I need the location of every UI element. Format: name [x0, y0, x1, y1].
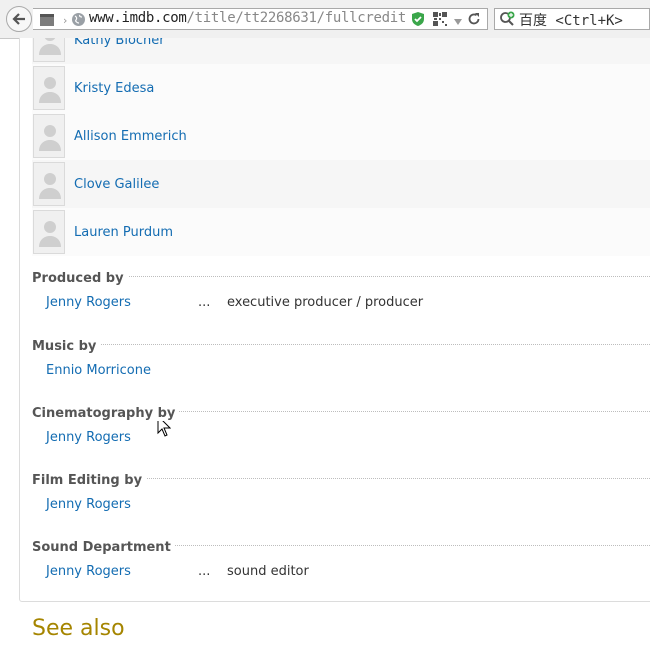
credit-row: Ennio Morricone [32, 361, 650, 381]
search-placeholder: 百度 <Ctrl+K> [519, 13, 623, 29]
dotted-divider [32, 344, 650, 345]
address-bar[interactable]: › www.imdb.com/title/tt2268631/fullcredi… [33, 8, 488, 30]
cast-row: Kathy Blocher [32, 38, 650, 64]
cast-name-link[interactable]: Clove Galilee [74, 177, 159, 192]
credit-name-link[interactable]: Jenny Rogers [46, 564, 131, 579]
globe-icon [71, 12, 86, 31]
search-box[interactable]: 百度 <Ctrl+K> [494, 8, 650, 30]
page-icon [39, 12, 55, 31]
cast-name-link[interactable]: Kristy Edesa [74, 81, 154, 96]
credit-row: Jenny Rogers [32, 428, 650, 448]
cast-row: Clove Galilee [32, 160, 650, 208]
separator-chevron-icon: › [63, 14, 68, 27]
avatar-placeholder-icon[interactable] [33, 114, 65, 158]
section-cinematography-by: Cinematography by Jenny Rogers [32, 402, 650, 448]
credit-ellipsis: ... [198, 564, 211, 579]
section-title: Cinematography by [32, 406, 180, 421]
avatar-placeholder-icon[interactable] [33, 210, 65, 254]
see-also-heading: See also [32, 616, 125, 641]
avatar-placeholder-icon[interactable] [33, 162, 65, 206]
section-header: Produced by [32, 267, 650, 286]
browser-toolbar: › www.imdb.com/title/tt2268631/fullcredi… [0, 0, 650, 39]
credit-row: Jenny Rogers ... executive producer / pr… [32, 293, 650, 313]
credit-name-link[interactable]: Ennio Morricone [46, 363, 151, 378]
search-engine-icon[interactable] [499, 11, 517, 31]
credit-ellipsis: ... [198, 295, 211, 310]
cast-list: Kathy Blocher Kristy Edesa Allison Emmer… [32, 38, 650, 256]
dropdown-icon[interactable] [453, 12, 463, 31]
back-arrow-icon [12, 13, 25, 25]
section-music-by: Music by Ennio Morricone [32, 335, 650, 381]
url-text: www.imdb.com/title/tt2268631/fullcredit [89, 10, 407, 26]
shield-icon[interactable] [411, 11, 425, 31]
section-produced-by: Produced by Jenny Rogers ... executive p… [32, 267, 650, 313]
credit-role: sound editor [227, 564, 309, 579]
reload-icon[interactable] [467, 11, 481, 30]
credit-row: Jenny Rogers [32, 495, 650, 515]
credit-name-link[interactable]: Jenny Rogers [46, 430, 131, 445]
credit-name-link[interactable]: Jenny Rogers [46, 295, 131, 310]
avatar-placeholder-icon[interactable] [33, 66, 65, 110]
section-title: Film Editing by [32, 473, 147, 488]
credit-row: Jenny Rogers ... sound editor [32, 562, 650, 582]
avatar-placeholder-icon[interactable] [33, 38, 65, 62]
cast-row: Allison Emmerich [32, 112, 650, 160]
cast-name-link[interactable]: Kathy Blocher [74, 38, 165, 48]
qr-code-icon[interactable] [433, 11, 447, 30]
section-title: Music by [32, 339, 101, 354]
cast-name-link[interactable]: Lauren Purdum [74, 225, 173, 240]
section-header: Cinematography by [32, 402, 650, 421]
back-button[interactable] [6, 6, 32, 32]
section-header: Sound Department [32, 536, 650, 555]
credit-role: executive producer / producer [227, 295, 424, 310]
section-header: Music by [32, 335, 650, 354]
section-title: Sound Department [32, 540, 175, 555]
section-title: Produced by [32, 271, 128, 286]
credit-name-link[interactable]: Jenny Rogers [46, 497, 131, 512]
cast-row: Lauren Purdum [32, 208, 650, 256]
cast-name-link[interactable]: Allison Emmerich [74, 129, 187, 144]
page-content: Kathy Blocher Kristy Edesa Allison Emmer… [0, 38, 650, 646]
section-header: Film Editing by [32, 469, 650, 488]
section-sound-department: Sound Department Jenny Rogers ... sound … [32, 536, 650, 582]
cast-row: Kristy Edesa [32, 64, 650, 112]
section-film-editing-by: Film Editing by Jenny Rogers [32, 469, 650, 515]
